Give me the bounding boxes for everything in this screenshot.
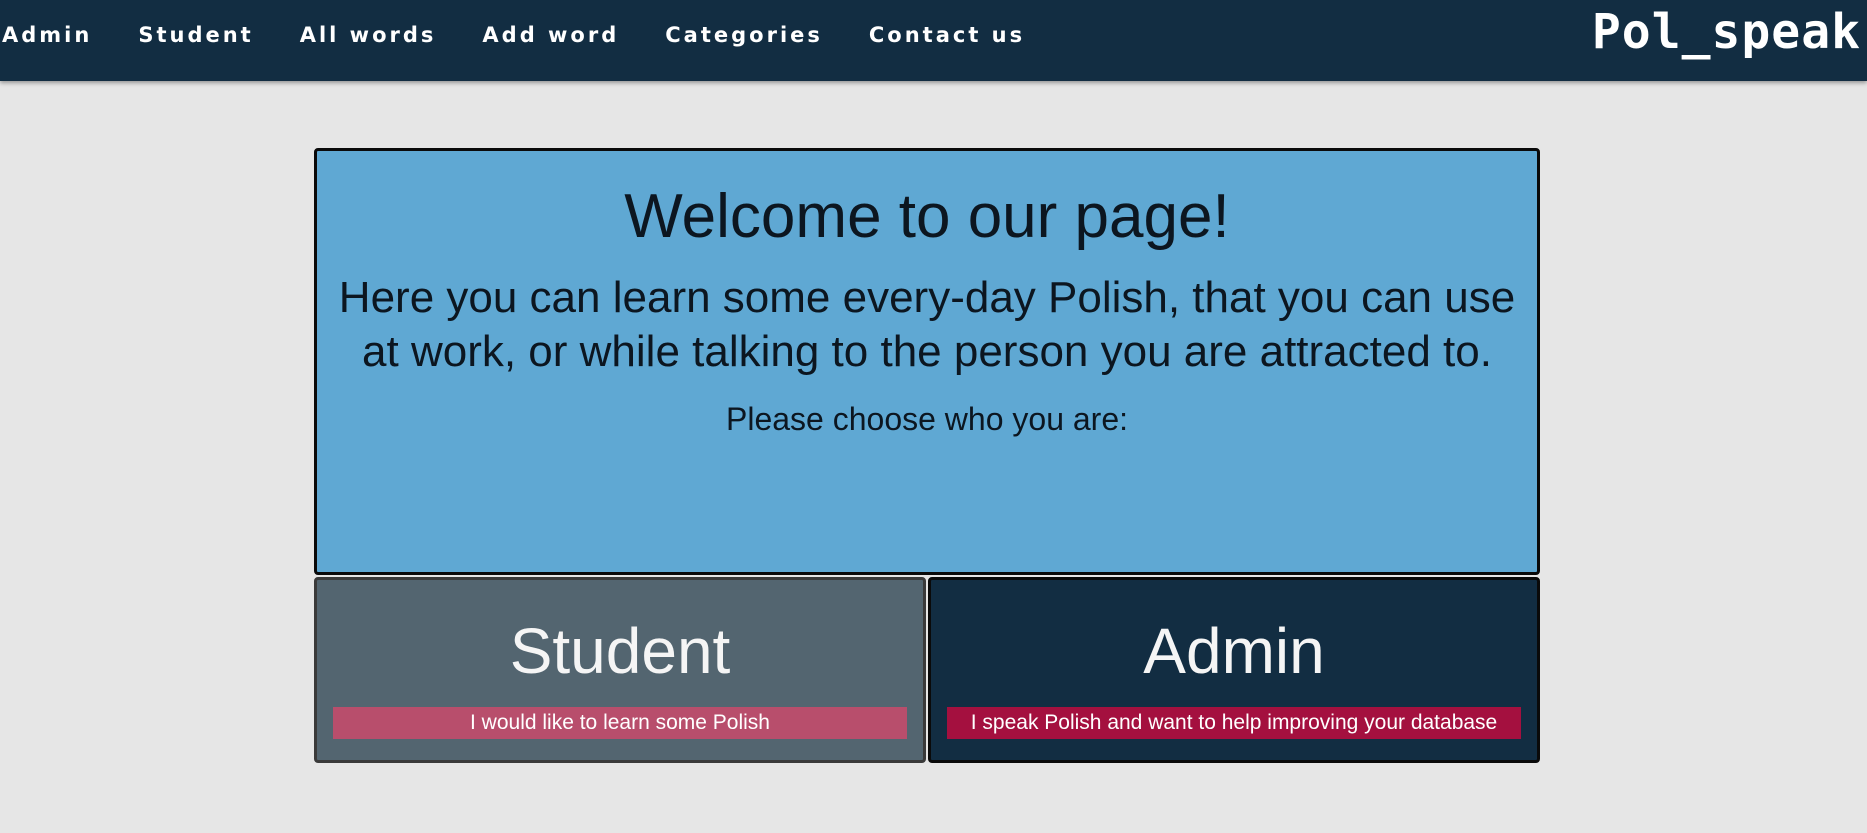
admin-card-description: I speak Polish and want to help improvin… — [947, 707, 1521, 739]
nav-item-student[interactable]: Student — [138, 23, 253, 47]
welcome-panel: Welcome to our page! Here you can learn … — [314, 148, 1540, 575]
role-prompt: Please choose who you are: — [725, 401, 1129, 437]
admin-card-title: Admin — [1143, 615, 1325, 687]
student-card-title: Student — [509, 615, 731, 687]
nav-item-add-word[interactable]: Add word — [482, 23, 619, 47]
page-title: Welcome to our page! — [624, 182, 1230, 251]
top-navigation-bar: Admin Student All words Add word Categor… — [0, 0, 1867, 81]
nav-item-categories[interactable]: Categories — [665, 23, 823, 47]
brand-logo[interactable]: Pol_speak — [1592, 4, 1861, 60]
nav-item-admin[interactable]: Admin — [2, 23, 92, 47]
admin-role-card[interactable]: Admin I speak Polish and want to help im… — [928, 577, 1540, 763]
intro-text: Here you can learn some every-day Polish… — [338, 273, 1516, 376]
student-role-card[interactable]: Student I would like to learn some Polis… — [314, 577, 926, 763]
main-nav: Admin Student All words Add word Categor… — [0, 0, 1071, 70]
student-card-description: I would like to learn some Polish — [333, 707, 907, 739]
nav-item-contact-us[interactable]: Contact us — [869, 23, 1025, 47]
nav-item-all-words[interactable]: All words — [300, 23, 437, 47]
